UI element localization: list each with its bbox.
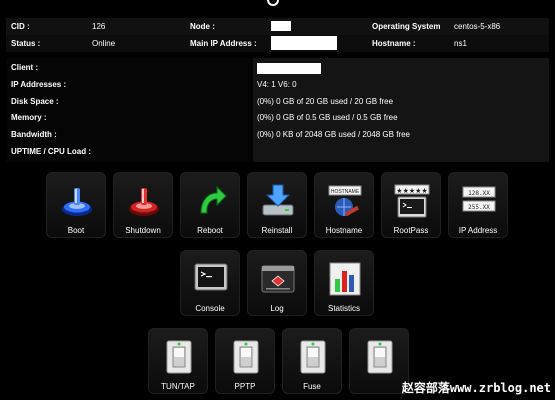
ip-addresses-value: V4: 1 V6: 0	[257, 80, 297, 89]
switch-toggle-icon	[300, 340, 326, 374]
info-row: CID : 126 Node : Operating System centos…	[6, 18, 549, 35]
switch-toggle-icon	[367, 340, 393, 374]
console-button[interactable]: Console	[180, 250, 240, 316]
disk-space-label: Disk Space :	[11, 97, 59, 106]
shutdown-label: Shutdown	[125, 226, 161, 235]
tuntap-label: TUN/TAP	[161, 382, 195, 391]
detail-row: Bandwidth : (0%) 0 KB of 2048 GB used / …	[6, 127, 549, 143]
reinstall-button[interactable]: Reinstall	[247, 172, 307, 238]
power-on-icon	[62, 188, 92, 216]
os-label: Operating System	[372, 22, 441, 31]
status-value: Online	[92, 39, 116, 48]
main-ip-label: Main IP Address :	[190, 39, 257, 48]
password-mask-text: ★★★★★	[396, 187, 427, 195]
watermark: 赵容部落www.zrblog.net	[401, 381, 551, 395]
ip-address-icon: 128.XX 255.XX	[462, 186, 496, 212]
reboot-button[interactable]: Reboot	[180, 172, 240, 238]
hostname-sign-icon: HOSTNAME	[328, 185, 362, 217]
os-value: centos-5-x86	[454, 22, 501, 31]
switch-toggle-icon	[233, 340, 259, 374]
fuse-label: Fuse	[303, 382, 321, 391]
hostname-button[interactable]: HOSTNAME Hostname	[314, 172, 374, 238]
download-drive-icon	[262, 184, 294, 216]
ip-addresses-label: IP Addresses :	[11, 80, 67, 89]
top-marker	[267, 0, 279, 6]
bandwidth-value: (0%) 0 KB of 2048 GB used / 2048 GB free	[257, 130, 410, 139]
pptp-label: PPTP	[234, 382, 256, 391]
server-info-table: CID : 126 Node : Operating System centos…	[6, 18, 549, 54]
rootpass-label: RootPass	[393, 226, 429, 235]
client-label: Client :	[11, 63, 39, 72]
status-label: Status :	[11, 39, 41, 48]
hostname-value: ns1	[454, 39, 467, 48]
disk-space-value: (0%) 0 GB of 20 GB used / 20 GB free	[257, 97, 394, 106]
node-label: Node :	[190, 22, 215, 31]
reboot-arrow-icon	[200, 185, 227, 214]
detail-row: Memory : (0%) 0 GB of 0.5 GB used / 0.5 …	[6, 110, 549, 126]
console-terminal-icon	[194, 263, 228, 291]
bandwidth-label: Bandwidth :	[11, 130, 57, 139]
ip-line-1: 128.XX	[468, 190, 490, 197]
log-viewer-icon	[261, 265, 295, 293]
statistics-label: Statistics	[327, 304, 360, 313]
ip-line-2: 255.XX	[468, 204, 490, 211]
hostname-label: Hostname :	[372, 39, 416, 48]
cid-value: 126	[92, 22, 106, 31]
switch-toggle-icon	[166, 340, 192, 374]
uptime-label: UPTIME / CPU Load :	[11, 147, 91, 156]
detail-row: Client :	[6, 60, 549, 76]
power-off-icon	[129, 188, 159, 216]
fuse-toggle[interactable]: Fuse	[282, 328, 342, 394]
pptp-toggle[interactable]: PPTP	[215, 328, 275, 394]
main-ip-redacted	[271, 36, 337, 50]
extra-toggle[interactable]	[349, 328, 409, 394]
cid-label: CID :	[11, 22, 30, 31]
hostname-action-label: Hostname	[325, 226, 363, 235]
boot-label: Boot	[67, 226, 85, 235]
detail-row: UPTIME / CPU Load :	[6, 144, 549, 160]
reinstall-label: Reinstall	[261, 226, 293, 235]
ip-address-button[interactable]: 128.XX 255.XX IP Address	[448, 172, 508, 238]
client-redacted	[257, 63, 321, 74]
shutdown-button[interactable]: Shutdown	[113, 172, 173, 238]
node-redacted	[271, 21, 291, 31]
ip-address-label: IP Address	[458, 226, 498, 235]
tuntap-toggle[interactable]: TUN/TAP	[148, 328, 208, 394]
log-button[interactable]: Log	[247, 250, 307, 316]
boot-button[interactable]: Boot	[46, 172, 106, 238]
info-row: Status : Online Main IP Address : Hostna…	[6, 35, 549, 52]
server-details: Client : IP Addresses : V4: 1 V6: 0 Disk…	[6, 58, 549, 162]
rootpass-button[interactable]: ★★★★★ RootPass	[381, 172, 441, 238]
password-terminal-icon: ★★★★★	[394, 184, 430, 218]
console-label: Console	[195, 304, 225, 313]
detail-row: Disk Space : (0%) 0 GB of 20 GB used / 2…	[6, 94, 549, 110]
detail-row: IP Addresses : V4: 1 V6: 0	[6, 77, 549, 93]
bar-chart-icon	[329, 262, 361, 296]
statistics-button[interactable]: Statistics	[314, 250, 374, 316]
log-label: Log	[270, 304, 284, 313]
reboot-label: Reboot	[197, 226, 223, 235]
memory-label: Memory :	[11, 113, 47, 122]
hostname-sign-text: HOSTNAME	[331, 189, 360, 195]
memory-value: (0%) 0 GB of 0.5 GB used / 0.5 GB free	[257, 113, 398, 122]
